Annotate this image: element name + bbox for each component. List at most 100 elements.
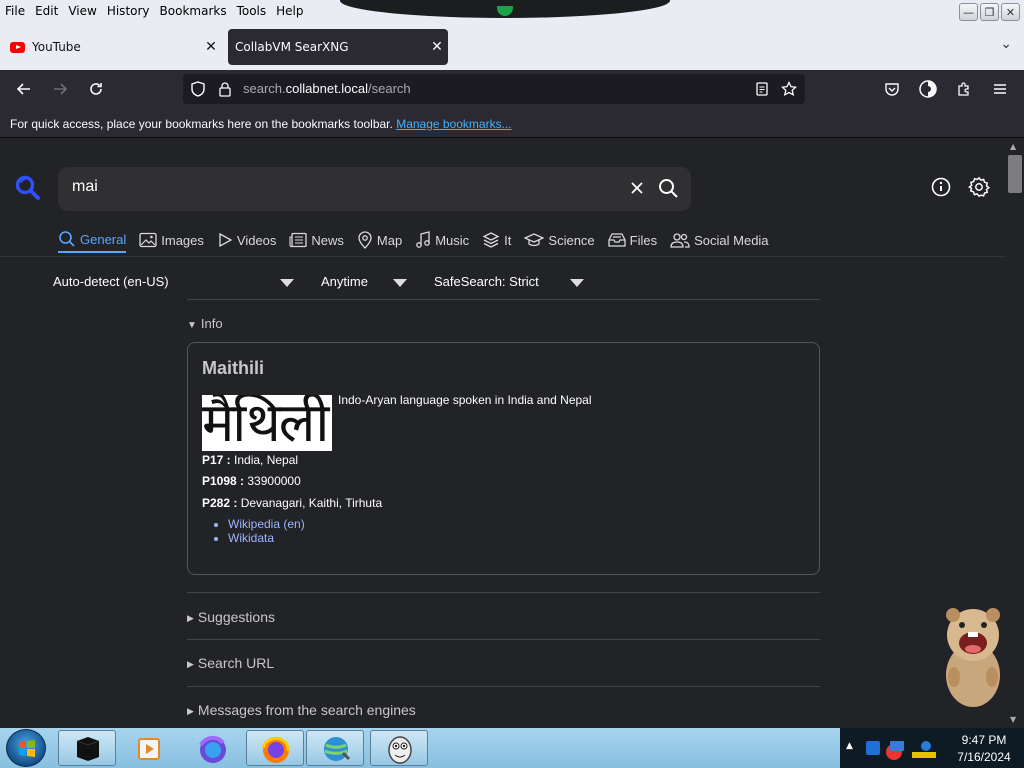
- close-tab-icon[interactable]: ✕: [200, 39, 222, 55]
- show-hidden-icons-icon[interactable]: ▲: [846, 741, 853, 751]
- tab-label: Music: [435, 232, 470, 248]
- search-url-toggle[interactable]: ▶ Search URL: [187, 655, 274, 671]
- tab-title: CollabVM SearXNG: [235, 40, 349, 54]
- new-tab-button[interactable]: +: [458, 38, 473, 59]
- back-button[interactable]: [13, 78, 35, 100]
- lock-icon[interactable]: [218, 81, 232, 97]
- menu-history[interactable]: History: [102, 0, 155, 22]
- tab-videos[interactable]: Videos: [217, 227, 276, 253]
- search-icon[interactable]: [657, 177, 679, 199]
- category-divider: [0, 256, 1006, 257]
- graduation-cap-icon: [524, 233, 545, 247]
- menu-edit[interactable]: Edit: [30, 0, 63, 22]
- safesearch-value: SafeSearch: Strict: [434, 274, 539, 289]
- reader-view-icon[interactable]: [755, 82, 769, 96]
- tab-social-media[interactable]: Social Media: [670, 227, 769, 253]
- tab-youtube[interactable]: YouTube ✕: [0, 29, 222, 65]
- account-button[interactable]: [917, 78, 939, 100]
- firefox-icon: [199, 736, 226, 763]
- tab-images[interactable]: Images: [139, 227, 204, 253]
- wikidata-link[interactable]: Wikidata: [228, 531, 305, 545]
- scroll-up-icon[interactable]: ▲: [1010, 142, 1016, 151]
- image-icon: [139, 232, 157, 248]
- tab-news[interactable]: News: [289, 227, 344, 253]
- tray-icons[interactable]: [864, 738, 944, 760]
- forward-button[interactable]: [49, 78, 71, 100]
- section-label: Suggestions: [197, 609, 275, 625]
- safesearch-select[interactable]: SafeSearch: Strict: [434, 274, 539, 289]
- url-bar[interactable]: search.collabnet.local/search: [183, 74, 805, 104]
- taskbar-app-bonzi[interactable]: [370, 730, 428, 766]
- tab-map[interactable]: Map: [357, 227, 402, 253]
- minimize-button[interactable]: —: [959, 3, 978, 21]
- app-menu-button[interactable]: [989, 78, 1011, 100]
- menu-bookmarks[interactable]: Bookmarks: [155, 0, 232, 22]
- section-label: Search URL: [197, 655, 275, 671]
- gear-icon[interactable]: [968, 176, 990, 198]
- search-input[interactable]: mai: [72, 178, 98, 196]
- reload-icon: [90, 83, 102, 95]
- engine-messages-toggle[interactable]: ▶ Messages from the search engines: [187, 702, 416, 718]
- menu-tools[interactable]: Tools: [232, 0, 272, 22]
- tab-science[interactable]: Science: [524, 227, 595, 253]
- tab-collabvm-searxng[interactable]: CollabVM SearXNG ✕: [228, 29, 448, 65]
- search-box: mai: [58, 167, 691, 211]
- shield-icon[interactable]: [191, 81, 205, 97]
- wikipedia-link[interactable]: Wikipedia (en): [228, 517, 305, 531]
- tab-it[interactable]: It: [482, 227, 511, 253]
- extensions-button[interactable]: [953, 78, 975, 100]
- scroll-thumb[interactable]: [1008, 155, 1022, 193]
- clock-time[interactable]: 9:47 PM: [944, 733, 1024, 747]
- clock-date[interactable]: 7/16/2024: [944, 750, 1024, 764]
- safesearch-dropdown-icon[interactable]: [570, 279, 584, 287]
- language-value: Auto-detect (en-US): [53, 274, 169, 289]
- newspaper-icon: [289, 232, 308, 248]
- arrow-left-icon: [16, 83, 30, 95]
- time-range-dropdown-icon[interactable]: [393, 279, 407, 287]
- search-filters: Auto-detect (en-US) Anytime SafeSearch: …: [0, 274, 1006, 294]
- info-section-toggle[interactable]: ▼ Info: [187, 316, 223, 331]
- filters-divider: [187, 299, 820, 300]
- clear-search-icon[interactable]: [626, 177, 648, 199]
- scroll-down-icon[interactable]: ▼: [1010, 715, 1016, 724]
- tab-label: It: [504, 232, 512, 248]
- restore-button[interactable]: ❐: [980, 3, 999, 21]
- taskbar-app-terminal[interactable]: [58, 730, 116, 766]
- menu-help[interactable]: Help: [271, 0, 308, 22]
- tab-label: Files: [629, 232, 658, 248]
- close-tab-icon[interactable]: ✕: [426, 39, 448, 55]
- tab-label: Social Media: [694, 232, 769, 248]
- search-icon: [59, 231, 75, 247]
- reload-button[interactable]: [85, 78, 107, 100]
- bookmarks-hint: For quick access, place your bookmarks h…: [10, 117, 393, 131]
- info-section-label: Info: [200, 316, 223, 331]
- start-button[interactable]: [6, 729, 46, 767]
- language-select[interactable]: Auto-detect (en-US): [53, 274, 169, 289]
- chevron-down-icon[interactable]: ⌄: [1000, 36, 1012, 52]
- suggestions-toggle[interactable]: ▶ Suggestions: [187, 609, 275, 625]
- pocket-button[interactable]: [881, 78, 903, 100]
- tab-title: YouTube: [32, 40, 81, 54]
- language-dropdown-icon[interactable]: [280, 279, 294, 287]
- taskbar-app-network[interactable]: [306, 730, 364, 766]
- tab-files[interactable]: Files: [608, 227, 657, 253]
- searxng-logo-icon[interactable]: [15, 175, 41, 201]
- taskbar: ▲ 9:47 PM 7/16/2024: [0, 728, 1024, 768]
- taskbar-app-firefox[interactable]: [246, 730, 304, 766]
- url-text[interactable]: search.collabnet.local/search: [243, 81, 411, 96]
- taskbar-app-media-player[interactable]: [118, 730, 176, 766]
- manage-bookmarks-link[interactable]: Manage bookmarks...: [396, 117, 511, 131]
- page-scrollbar[interactable]: ▲ ▼: [1006, 139, 1024, 728]
- close-window-button[interactable]: ✕: [1001, 3, 1020, 21]
- bookmark-star-icon[interactable]: [781, 81, 797, 97]
- menu-file[interactable]: File: [0, 0, 30, 22]
- time-range-select[interactable]: Anytime: [321, 274, 368, 289]
- tab-music[interactable]: Music: [415, 227, 469, 253]
- system-tray: ▲ 9:47 PM 7/16/2024: [840, 728, 1024, 768]
- infobox-image-text: मैथिली: [202, 395, 329, 451]
- info-icon[interactable]: [931, 177, 951, 197]
- tab-strip: YouTube ✕ CollabVM SearXNG ✕ + ⌄: [0, 22, 1024, 70]
- taskbar-app-firefox-alt[interactable]: [183, 730, 241, 766]
- tab-general[interactable]: General: [58, 227, 127, 253]
- menu-view[interactable]: View: [63, 0, 101, 22]
